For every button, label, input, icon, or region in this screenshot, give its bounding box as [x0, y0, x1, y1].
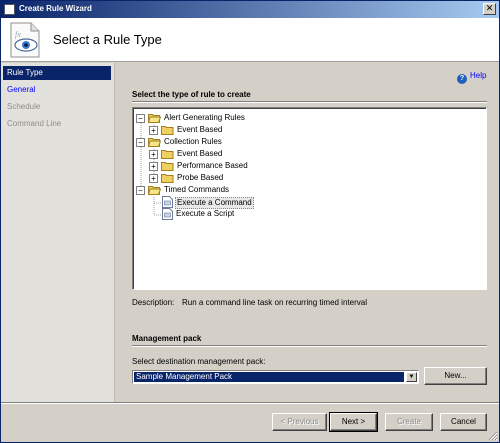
- tree-node-label: Event Based: [177, 149, 223, 158]
- folder-icon: [161, 162, 174, 171]
- previous-button[interactable]: < Previous: [272, 413, 327, 431]
- expand-icon[interactable]: +: [149, 150, 158, 159]
- close-button[interactable]: ✕: [483, 3, 496, 15]
- title-bar[interactable]: Create Rule Wizard ✕: [1, 1, 499, 18]
- rule-type-tree[interactable]: − Alert Generating Rules + Event Based −…: [132, 107, 487, 290]
- expand-icon[interactable]: +: [149, 126, 158, 135]
- management-pack-divider: [132, 345, 487, 347]
- collapse-icon[interactable]: −: [136, 186, 145, 195]
- folder-icon: [161, 150, 174, 159]
- collapse-icon[interactable]: −: [136, 114, 145, 123]
- resize-grip-icon[interactable]: [487, 430, 498, 441]
- management-pack-select[interactable]: Sample Management Pack ▼: [132, 370, 419, 384]
- folder-open-icon: [148, 138, 161, 147]
- new-management-pack-button[interactable]: New...: [424, 367, 487, 385]
- tree-node-label: Event Based: [177, 125, 223, 134]
- rule-eye-icon: fx: [10, 22, 40, 58]
- tree-node-label: Execute a Script: [176, 209, 235, 218]
- management-pack-heading: Management pack: [132, 334, 202, 343]
- management-pack-select-label: Select destination management pack:: [132, 357, 266, 366]
- tree-node-label: Timed Commands: [164, 185, 230, 194]
- tree-node-label: Alert Generating Rules: [164, 113, 245, 122]
- rule-document-icon: [162, 196, 173, 208]
- tree-node-label: Performance Based: [177, 161, 248, 170]
- wizard-header: fx Select a Rule Type: [1, 18, 499, 62]
- description-label: Description:: [132, 298, 175, 307]
- dropdown-arrow-icon[interactable]: ▼: [406, 372, 417, 382]
- folder-icon: [161, 174, 174, 183]
- footer-divider: [1, 402, 499, 404]
- folder-icon: [161, 126, 174, 135]
- nav-item-schedule: Schedule: [7, 102, 41, 111]
- create-button[interactable]: Create: [385, 413, 433, 431]
- rule-document-icon: [162, 208, 173, 220]
- window-title: Create Rule Wizard: [19, 4, 92, 13]
- help-label: Help: [470, 71, 487, 80]
- nav-item-rule-type[interactable]: Rule Type: [3, 66, 111, 80]
- tree-node-label: Probe Based: [177, 173, 224, 182]
- rule-type-heading: Select the type of rule to create: [132, 90, 251, 99]
- wizard-app-icon: [4, 4, 15, 15]
- wizard-nav: Rule Type General Schedule Command Line: [1, 63, 115, 402]
- rule-type-divider: [132, 101, 487, 103]
- svg-text:fx: fx: [15, 30, 21, 39]
- next-button[interactable]: Next >: [329, 412, 378, 432]
- cancel-button[interactable]: Cancel: [440, 413, 487, 431]
- expand-icon[interactable]: +: [149, 174, 158, 183]
- wizard-window: Create Rule Wizard ✕ fx Select a Rule Ty…: [0, 0, 500, 443]
- help-link[interactable]: ? Help: [457, 71, 486, 84]
- help-icon: ?: [457, 74, 467, 84]
- description-text: Run a command line task on recurring tim…: [182, 298, 367, 307]
- page-title: Select a Rule Type: [53, 32, 162, 47]
- collapse-icon[interactable]: −: [136, 138, 145, 147]
- management-pack-selected-value: Sample Management Pack: [134, 372, 404, 382]
- folder-open-icon: [148, 114, 161, 123]
- tree-node-label: Collection Rules: [164, 137, 222, 146]
- expand-icon[interactable]: +: [149, 162, 158, 171]
- nav-item-command-line: Command Line: [7, 119, 62, 128]
- nav-item-general[interactable]: General: [3, 83, 111, 97]
- folder-open-icon: [148, 186, 161, 195]
